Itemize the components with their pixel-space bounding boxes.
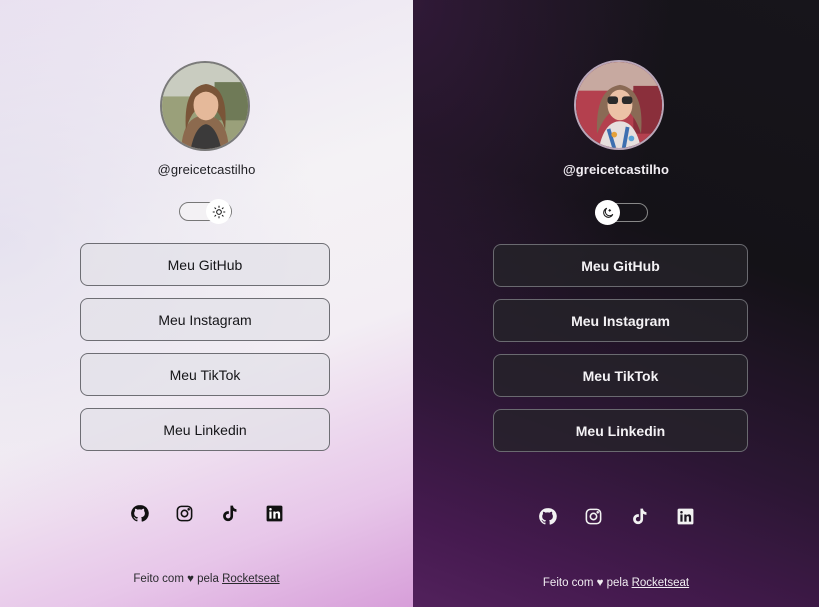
linkedin-icon[interactable]	[264, 503, 284, 523]
github-link-button[interactable]: Meu GitHub	[493, 244, 748, 287]
github-icon[interactable]	[537, 506, 557, 526]
instagram-icon[interactable]	[583, 506, 603, 526]
toggle-knob[interactable]	[595, 200, 620, 225]
footer-text: Feito com ♥ pela	[542, 577, 632, 589]
profile-photo	[576, 62, 662, 148]
theme-toggle[interactable]	[179, 199, 232, 224]
sun-icon	[212, 205, 225, 218]
link-list: Meu GitHub Meu Instagram Meu TikTok Meu …	[0, 243, 413, 463]
social-icons	[413, 506, 819, 526]
linkedin-link-button[interactable]: Meu Linkedin	[493, 409, 748, 452]
instagram-link-button[interactable]: Meu Instagram	[493, 299, 748, 342]
instagram-link-button[interactable]: Meu Instagram	[80, 298, 330, 341]
moon-icon	[602, 207, 613, 218]
avatar	[574, 60, 664, 150]
instagram-icon[interactable]	[174, 503, 194, 523]
rocketseat-link[interactable]: Rocketseat	[222, 573, 280, 585]
dark-theme-panel: @greicetcastilho Meu GitHub Meu Instagra…	[413, 0, 819, 607]
tiktok-icon[interactable]	[629, 506, 649, 526]
avatar	[160, 61, 250, 151]
footer: Feito com ♥ pela Rocketseat	[0, 573, 413, 585]
light-theme-panel: @greicetcastilho Meu GitHub Meu Instagra…	[0, 0, 413, 607]
toggle-knob[interactable]	[206, 199, 231, 224]
linkedin-icon[interactable]	[675, 506, 695, 526]
theme-toggle[interactable]	[595, 200, 648, 225]
link-list: Meu GitHub Meu Instagram Meu TikTok Meu …	[413, 244, 819, 464]
github-icon[interactable]	[129, 503, 149, 523]
github-link-button[interactable]: Meu GitHub	[80, 243, 330, 286]
linkedin-link-button[interactable]: Meu Linkedin	[80, 408, 330, 451]
footer-text: Feito com ♥ pela	[133, 573, 223, 585]
tiktok-link-button[interactable]: Meu TikTok	[493, 354, 748, 397]
profile-photo	[162, 63, 248, 149]
social-icons	[0, 503, 413, 523]
footer: Feito com ♥ pela Rocketseat	[413, 577, 819, 589]
tiktok-icon[interactable]	[219, 503, 239, 523]
profile-handle: @greicetcastilho	[562, 162, 670, 177]
rocketseat-link[interactable]: Rocketseat	[632, 577, 690, 589]
tiktok-link-button[interactable]: Meu TikTok	[80, 353, 330, 396]
profile-handle: @greicetcastilho	[157, 162, 256, 177]
